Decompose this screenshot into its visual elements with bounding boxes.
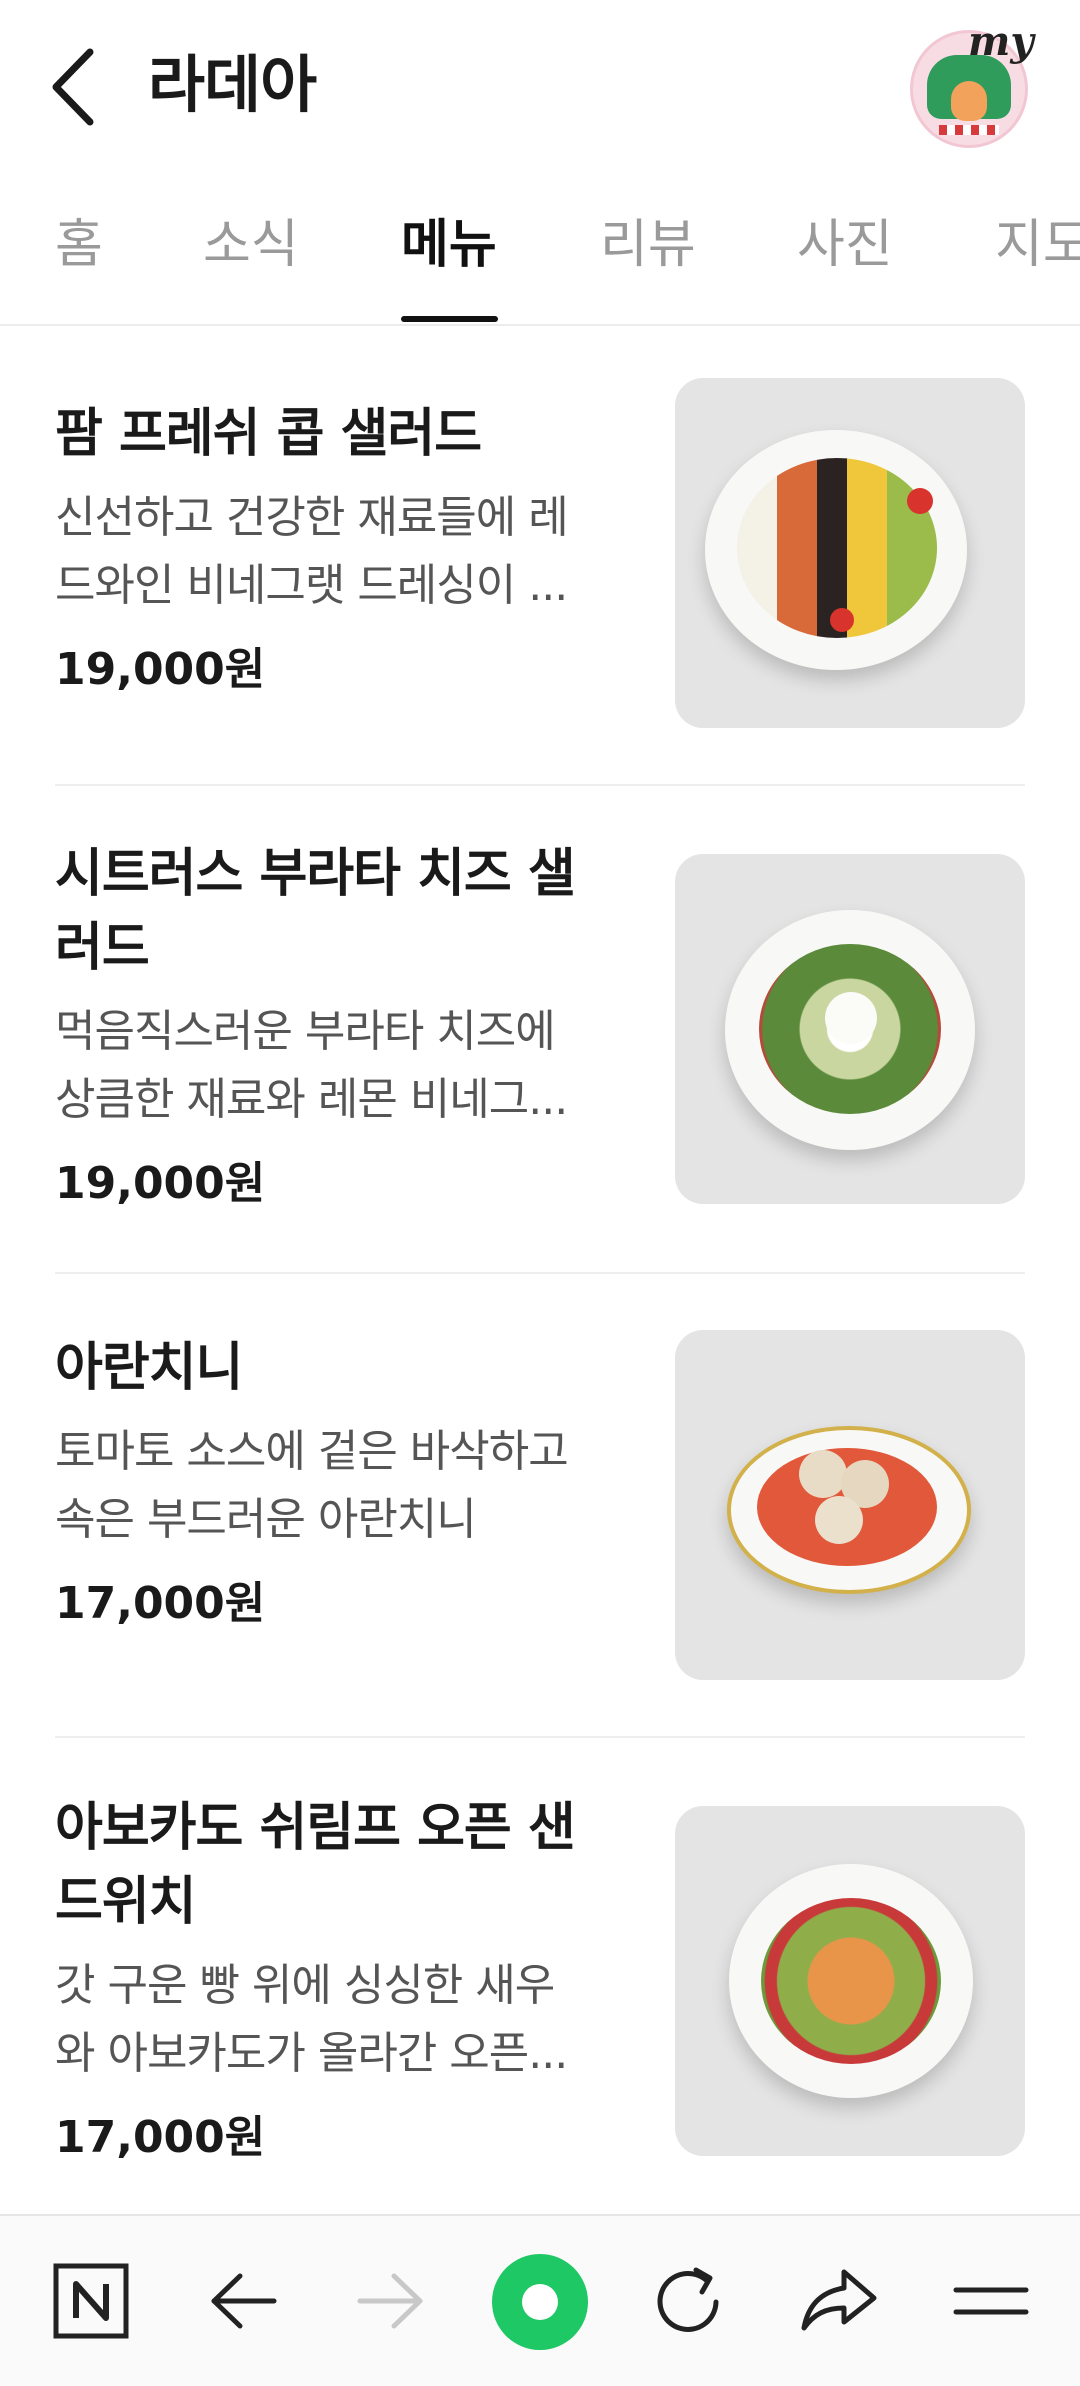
cobb-salad-photo [675,378,1025,728]
menu-icon [953,2287,1029,2315]
menu-item-shrimp-sandwich[interactable]: 아보카도 쉬림프 오픈 샌 드위치 갓 구운 빵 위에 싱싱한 새우 와 아보카… [0,1790,1080,2210]
my-profile-button[interactable]: my [906,18,1036,148]
bear-icon [951,81,987,121]
active-tab-indicator [401,316,498,322]
menu-item-desc-line: 드와인 비네그랫 드레싱이 ... [55,560,568,611]
menu-item-desc-line: 상큼한 재료와 레몬 비네그... [55,1074,568,1125]
my-badge: my [968,18,1034,65]
forward-arrow-icon [357,2273,423,2329]
menu-item-burrata-salad[interactable]: 시트러스 부라타 치즈 샐 러드 먹음직스러운 부라타 치즈에 상큼한 재료와 … [0,836,1080,1276]
menu-item-name-line: 러드 [55,918,150,978]
menu-item-desc-line: 토마토 소스에 겉은 바삭하고 [55,1426,569,1477]
tab-news[interactable]: 소식 [203,210,299,280]
refresh-icon [657,2267,719,2332]
menu-item-desc-line: 신선하고 건강한 재료들에 레 [55,492,569,543]
menu-item-desc-line: 먹음직스러운 부라타 치즈에 [55,1006,556,1057]
menu-item-name: 아란치니 [55,1338,243,1398]
back-nav-button[interactable] [198,2256,288,2346]
chevron-left-icon [52,48,94,126]
home-green-icon [492,2254,588,2350]
divider [55,784,1025,786]
naver-home-button[interactable] [46,2256,136,2346]
menu-item-desc-line: 속은 부드러운 아란치니 [55,1494,477,1545]
tab-photos[interactable]: 사진 [797,210,893,280]
arancini-photo [675,1330,1025,1680]
tab-menu[interactable]: 메뉴 [401,210,497,280]
menu-item-name-line: 드위치 [55,1872,197,1932]
tab-map[interactable]: 지도 [995,210,1080,280]
share-button[interactable] [794,2256,884,2346]
page-title: 라데아 [148,48,317,121]
menu-item-name-line: 아보카도 쉬림프 오픈 샌 [55,1798,576,1858]
header: 라데아 my [0,0,1080,170]
menu-item-desc-line: 와 아보카도가 올라간 오픈... [55,2028,568,2079]
divider [55,1272,1025,1274]
tab-home[interactable]: 홈 [55,210,103,280]
menu-button[interactable] [946,2256,1036,2346]
share-icon [801,2269,877,2331]
browser-bottom-bar [0,2214,1080,2386]
menu-item-desc-line: 갓 구운 빵 위에 싱싱한 새우 [55,1960,555,2011]
menu-item-price: 17,000원 [55,2112,266,2163]
burrata-salad-photo [675,854,1025,1204]
refresh-button[interactable] [644,2256,734,2346]
menu-item-price: 19,000원 [55,644,266,695]
forward-nav-button[interactable] [346,2256,436,2346]
menu-item-name-line: 시트러스 부라타 치즈 샐 [55,844,576,904]
naver-n-icon [53,2263,129,2339]
menu-item-cobb-salad[interactable]: 팜 프레쉬 콥 샐러드 신선하고 건강한 재료들에 레 드와인 비네그랫 드레싱… [0,360,1080,780]
back-button[interactable] [46,42,106,132]
back-arrow-icon [211,2273,277,2329]
menu-item-price: 19,000원 [55,1158,266,1209]
green-home-button[interactable] [490,2252,590,2352]
tab-bar: 홈 소식 메뉴 리뷰 사진 지도 [0,190,1080,326]
divider [55,1736,1025,1738]
menu-item-name: 팜 프레쉬 콥 샐러드 [55,404,482,464]
menu-item-arancini[interactable]: 아란치니 토마토 소스에 겉은 바삭하고 속은 부드러운 아란치니 17,000… [0,1330,1080,1730]
tab-reviews[interactable]: 리뷰 [600,210,696,280]
shrimp-sandwich-photo [675,1806,1025,2156]
menu-item-price: 17,000원 [55,1578,266,1629]
